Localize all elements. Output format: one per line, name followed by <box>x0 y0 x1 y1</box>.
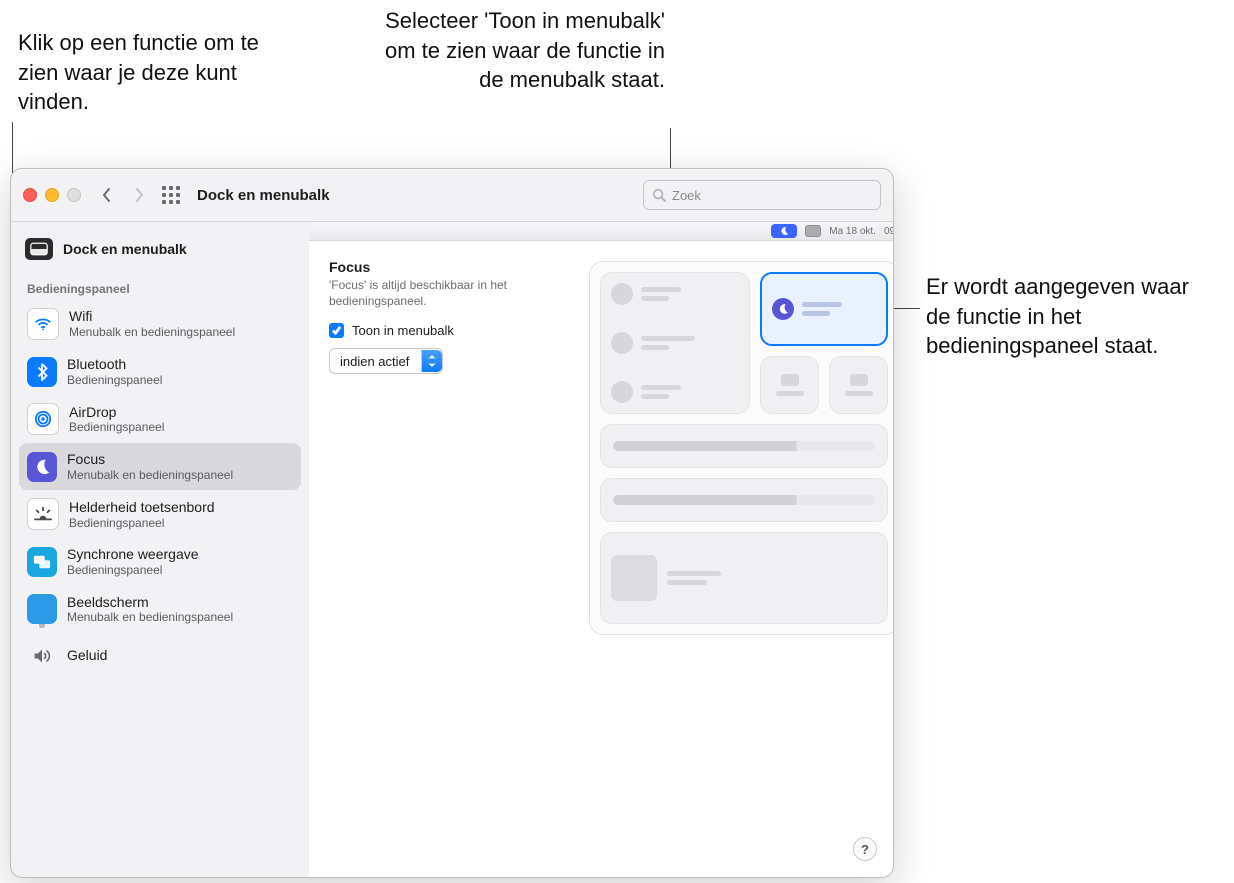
search-icon <box>652 188 666 202</box>
control-center-preview <box>589 261 894 635</box>
menubar-date: Ma 18 okt. <box>829 226 876 237</box>
sidebar-item-label: Synchrone weergave <box>67 546 199 563</box>
search-field[interactable]: Zoek <box>643 180 881 210</box>
sidebar-item-label: Beeldscherm <box>67 594 233 611</box>
sidebar-item-sublabel: Menubalk en bedieningspaneel <box>67 468 233 482</box>
sidebar-item-label: Bluetooth <box>67 356 162 373</box>
sidebar-item-sublabel: Bedieningspaneel <box>69 516 215 530</box>
keyboard-brightness-icon <box>27 498 59 530</box>
cc-tile-media <box>600 532 888 624</box>
sidebar-top-label: Dock en menubalk <box>63 241 187 257</box>
bluetooth-icon <box>27 357 57 387</box>
titlebar: Dock en menubalk Zoek <box>11 169 893 222</box>
detail-settings: Focus 'Focus' is altijd beschikbaar in h… <box>329 259 559 635</box>
display-icon <box>27 594 57 624</box>
preferences-window: Dock en menubalk Zoek Dock en menubalk B… <box>10 168 894 878</box>
sidebar-item-label: Geluid <box>67 647 107 664</box>
screen-mirroring-icon <box>27 547 57 577</box>
cc-tile-generic <box>829 356 888 414</box>
sidebar-item-screen-mirroring[interactable]: Synchrone weergave Bedieningspaneel <box>19 538 301 585</box>
window-controls <box>23 188 81 202</box>
sidebar-item-label: Helderheid toetsenbord <box>69 499 215 516</box>
callout-control-center-position: Er wordt aangegeven waar de functie in h… <box>926 272 1216 361</box>
sidebar-item-sublabel: Bedieningspaneel <box>67 563 199 577</box>
show-all-grid-icon[interactable] <box>159 183 183 207</box>
popup-arrow-icon <box>421 350 442 372</box>
show-when-popup[interactable]: indien actief <box>329 348 443 374</box>
cc-tile-focus-highlighted <box>760 272 888 346</box>
focus-moon-icon <box>27 452 57 482</box>
search-placeholder: Zoek <box>672 188 701 203</box>
forward-button[interactable] <box>125 181 153 209</box>
sidebar-item-sublabel: Menubalk en bedieningspaneel <box>67 610 233 624</box>
cc-tile-connectivity <box>600 272 750 414</box>
help-button[interactable]: ? <box>853 837 877 861</box>
cc-tile-slider <box>600 424 888 468</box>
close-window-button[interactable] <box>23 188 37 202</box>
airdrop-icon <box>27 403 59 435</box>
callout-show-in-menubar: Selecteer 'Toon in menubalk' om te zien … <box>372 6 665 95</box>
detail-description: 'Focus' is altijd beschikbaar in het bed… <box>329 277 559 309</box>
sidebar-item-sublabel: Menubalk en bedieningspaneel <box>69 325 235 339</box>
sidebar-item-keyboard-brightness[interactable]: Helderheid toetsenbord Bedieningspaneel <box>19 490 301 538</box>
sidebar-item-label: AirDrop <box>69 404 164 421</box>
zoom-window-button[interactable] <box>67 188 81 202</box>
show-in-menubar-label: Toon in menubalk <box>352 323 454 338</box>
cc-tile-generic <box>760 356 819 414</box>
menubar-focus-icon <box>771 224 797 238</box>
sound-icon <box>27 641 57 671</box>
show-in-menubar-checkbox[interactable] <box>329 323 344 338</box>
sidebar-item-bluetooth[interactable]: Bluetooth Bedieningspaneel <box>19 348 301 395</box>
menubar-time: 09:41 <box>884 226 894 237</box>
minimize-window-button[interactable] <box>45 188 59 202</box>
sidebar-item-wifi[interactable]: Wifi Menubalk en bedieningspaneel <box>19 300 301 348</box>
sidebar-item-sublabel: Bedieningspaneel <box>67 373 162 387</box>
sidebar-item-sublabel: Bedieningspaneel <box>69 420 164 434</box>
callout-click-feature: Klik op een functie om te zien waar je d… <box>18 28 268 117</box>
sidebar-item-airdrop[interactable]: AirDrop Bedieningspaneel <box>19 395 301 443</box>
window-title: Dock en menubalk <box>197 187 330 204</box>
sidebar-section-header: Bedieningspaneel <box>17 268 303 300</box>
wifi-icon <box>27 308 59 340</box>
menubar-control-center-icon <box>805 225 821 237</box>
sidebar-item-sound[interactable]: Geluid <box>19 633 301 679</box>
content-pane: Ma 18 okt. 09:41 Focus 'Focus' is altijd… <box>309 222 894 878</box>
sidebar-item-dock-en-menubalk[interactable]: Dock en menubalk <box>17 230 303 268</box>
popup-value: indien actief <box>340 354 415 369</box>
back-button[interactable] <box>93 181 121 209</box>
menubar-preview: Ma 18 okt. 09:41 <box>309 222 894 241</box>
sidebar-item-label: Wifi <box>69 308 235 325</box>
detail-heading: Focus <box>329 259 559 275</box>
sidebar-item-focus[interactable]: Focus Menubalk en bedieningspaneel <box>19 443 301 490</box>
sidebar: Dock en menubalk Bedieningspaneel Wifi M… <box>11 222 309 878</box>
cc-tile-slider <box>600 478 888 522</box>
sidebar-item-display[interactable]: Beeldscherm Menubalk en bedieningspaneel <box>19 586 301 633</box>
dock-icon <box>25 238 53 260</box>
sidebar-item-label: Focus <box>67 451 233 468</box>
